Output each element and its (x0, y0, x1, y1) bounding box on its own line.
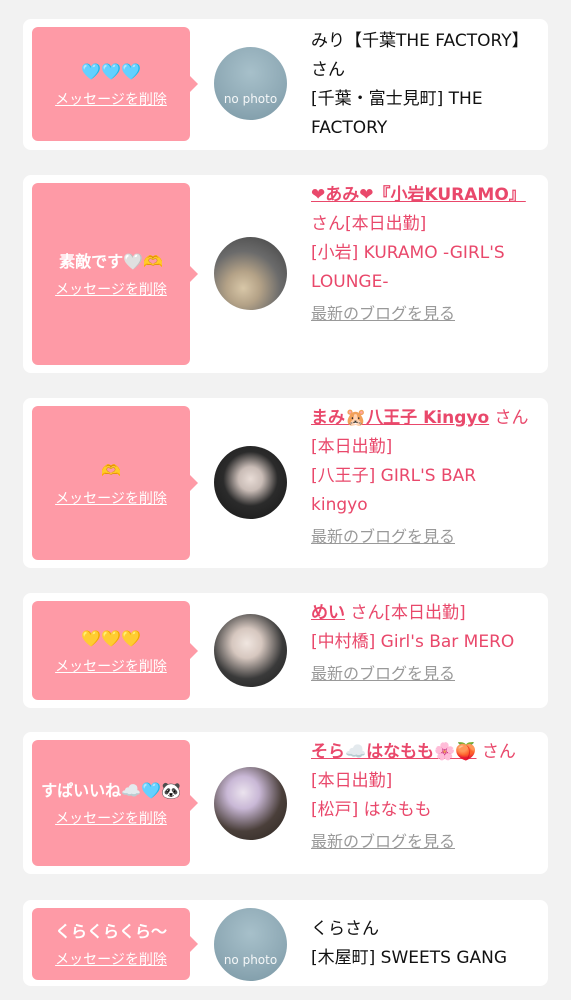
no-photo-label: no photo (223, 92, 278, 106)
message-text: すぱいいね☁️🩵🐼 (41, 781, 181, 800)
sender-name: みり【千葉THE FACTORY】さん (311, 31, 529, 80)
latest-blog-link[interactable]: 最新のブログを見る (311, 827, 536, 856)
shop-name[interactable]: [小岩] KURAMO -GIRL'S LOUNGE- (311, 239, 536, 297)
avatar[interactable] (214, 446, 287, 519)
sender-name: くらさん (311, 919, 379, 939)
message-text: 💛💛💛 (81, 628, 141, 648)
message-text: 🫶 (101, 461, 121, 480)
sender-info: めい さん[本日出勤] [中村橋] Girl's Bar MERO 最新のブログ… (311, 599, 536, 688)
latest-blog-link[interactable]: 最新のブログを見る (311, 299, 536, 328)
message-bubble: 🫶 メッセージを削除 (32, 406, 198, 560)
sender-info: まみ🐹八王子 Kingyo さん[本日出勤] [八王子] GIRL'S BAR … (311, 404, 536, 551)
delete-message-link[interactable]: メッセージを削除 (55, 488, 167, 508)
message-card-1: 🩵🩵🩵 メッセージを削除 no photo みり【千葉THE FACTORY】さ… (23, 19, 548, 150)
message-card-5: すぱいいね☁️🩵🐼 メッセージを削除 そら☁️はなもも🌸🍑 さん[本日出勤] [… (23, 732, 548, 874)
message-bubble: 💛💛💛 メッセージを削除 (32, 601, 198, 700)
latest-blog-link[interactable]: 最新のブログを見る (311, 659, 536, 688)
avatar[interactable] (214, 237, 287, 310)
sender-name-link[interactable]: ❤あみ❤『小岩KURAMO』 (311, 185, 526, 205)
sender-info: みり【千葉THE FACTORY】さん [千葉・富士見町] THE FACTOR… (311, 27, 536, 143)
sender-line: まみ🐹八王子 Kingyo さん[本日出勤] (311, 404, 536, 462)
message-card-4: 💛💛💛 メッセージを削除 めい さん[本日出勤] [中村橋] Girl's Ba… (23, 593, 548, 708)
delete-message-link[interactable]: メッセージを削除 (55, 808, 167, 828)
shop-name: [千葉・富士見町] THE FACTORY (311, 89, 483, 138)
message-card-3: 🫶 メッセージを削除 まみ🐹八王子 Kingyo さん[本日出勤] [八王子] … (23, 398, 548, 568)
sender-info: そら☁️はなもも🌸🍑 さん[本日出勤] [松戸] はなもも 最新のブログを見る (311, 738, 536, 856)
sender-name-link[interactable]: めい (311, 603, 345, 623)
delete-message-link[interactable]: メッセージを削除 (55, 949, 167, 969)
message-bubble: 素敵です🤍🫶 メッセージを削除 (32, 183, 198, 365)
avatar[interactable] (214, 767, 287, 840)
avatar[interactable] (214, 614, 287, 687)
delete-message-link[interactable]: メッセージを削除 (55, 656, 167, 676)
delete-message-link[interactable]: メッセージを削除 (55, 89, 167, 109)
sender-status: さん[本日出勤] (311, 214, 427, 234)
sender-info: ❤あみ❤『小岩KURAMO』 さん[本日出勤] [小岩] KURAMO -GIR… (311, 181, 536, 328)
message-card-2: 素敵です🤍🫶 メッセージを削除 ❤あみ❤『小岩KURAMO』 さん[本日出勤] … (23, 175, 548, 373)
sender-name-link[interactable]: まみ🐹八王子 Kingyo (311, 408, 489, 428)
shop-name[interactable]: [松戸] はなもも (311, 796, 536, 825)
sender-status: さん[本日出勤] (350, 603, 466, 623)
shop-name: [木屋町] SWEETS GANG (311, 948, 508, 968)
sender-line: めい さん[本日出勤] (311, 599, 536, 628)
message-text: くらくらくら〜 (54, 922, 167, 941)
message-bubble: くらくらくら〜 メッセージを削除 (32, 908, 198, 980)
message-bubble: すぱいいね☁️🩵🐼 メッセージを削除 (32, 740, 198, 866)
avatar[interactable]: no photo (214, 47, 287, 120)
sender-info: くらさん [木屋町] SWEETS GANG (311, 915, 536, 973)
shop-name[interactable]: [八王子] GIRL'S BAR kingyo (311, 462, 536, 520)
delete-message-link[interactable]: メッセージを削除 (55, 279, 167, 299)
message-bubble: 🩵🩵🩵 メッセージを削除 (32, 27, 198, 141)
sender-name-link[interactable]: そら☁️はなもも🌸🍑 (311, 742, 477, 762)
message-card-6: くらくらくら〜 メッセージを削除 no photo くらさん [木屋町] SWE… (23, 900, 548, 986)
no-photo-label: no photo (223, 953, 278, 967)
message-text: 🩵🩵🩵 (81, 62, 141, 81)
sender-line: そら☁️はなもも🌸🍑 さん[本日出勤] (311, 738, 536, 796)
shop-name[interactable]: [中村橋] Girl's Bar MERO (311, 628, 536, 657)
avatar[interactable]: no photo (214, 908, 287, 981)
sender-line: ❤あみ❤『小岩KURAMO』 さん[本日出勤] (311, 181, 536, 239)
latest-blog-link[interactable]: 最新のブログを見る (311, 522, 536, 551)
message-text: 素敵です🤍🫶 (59, 252, 163, 271)
